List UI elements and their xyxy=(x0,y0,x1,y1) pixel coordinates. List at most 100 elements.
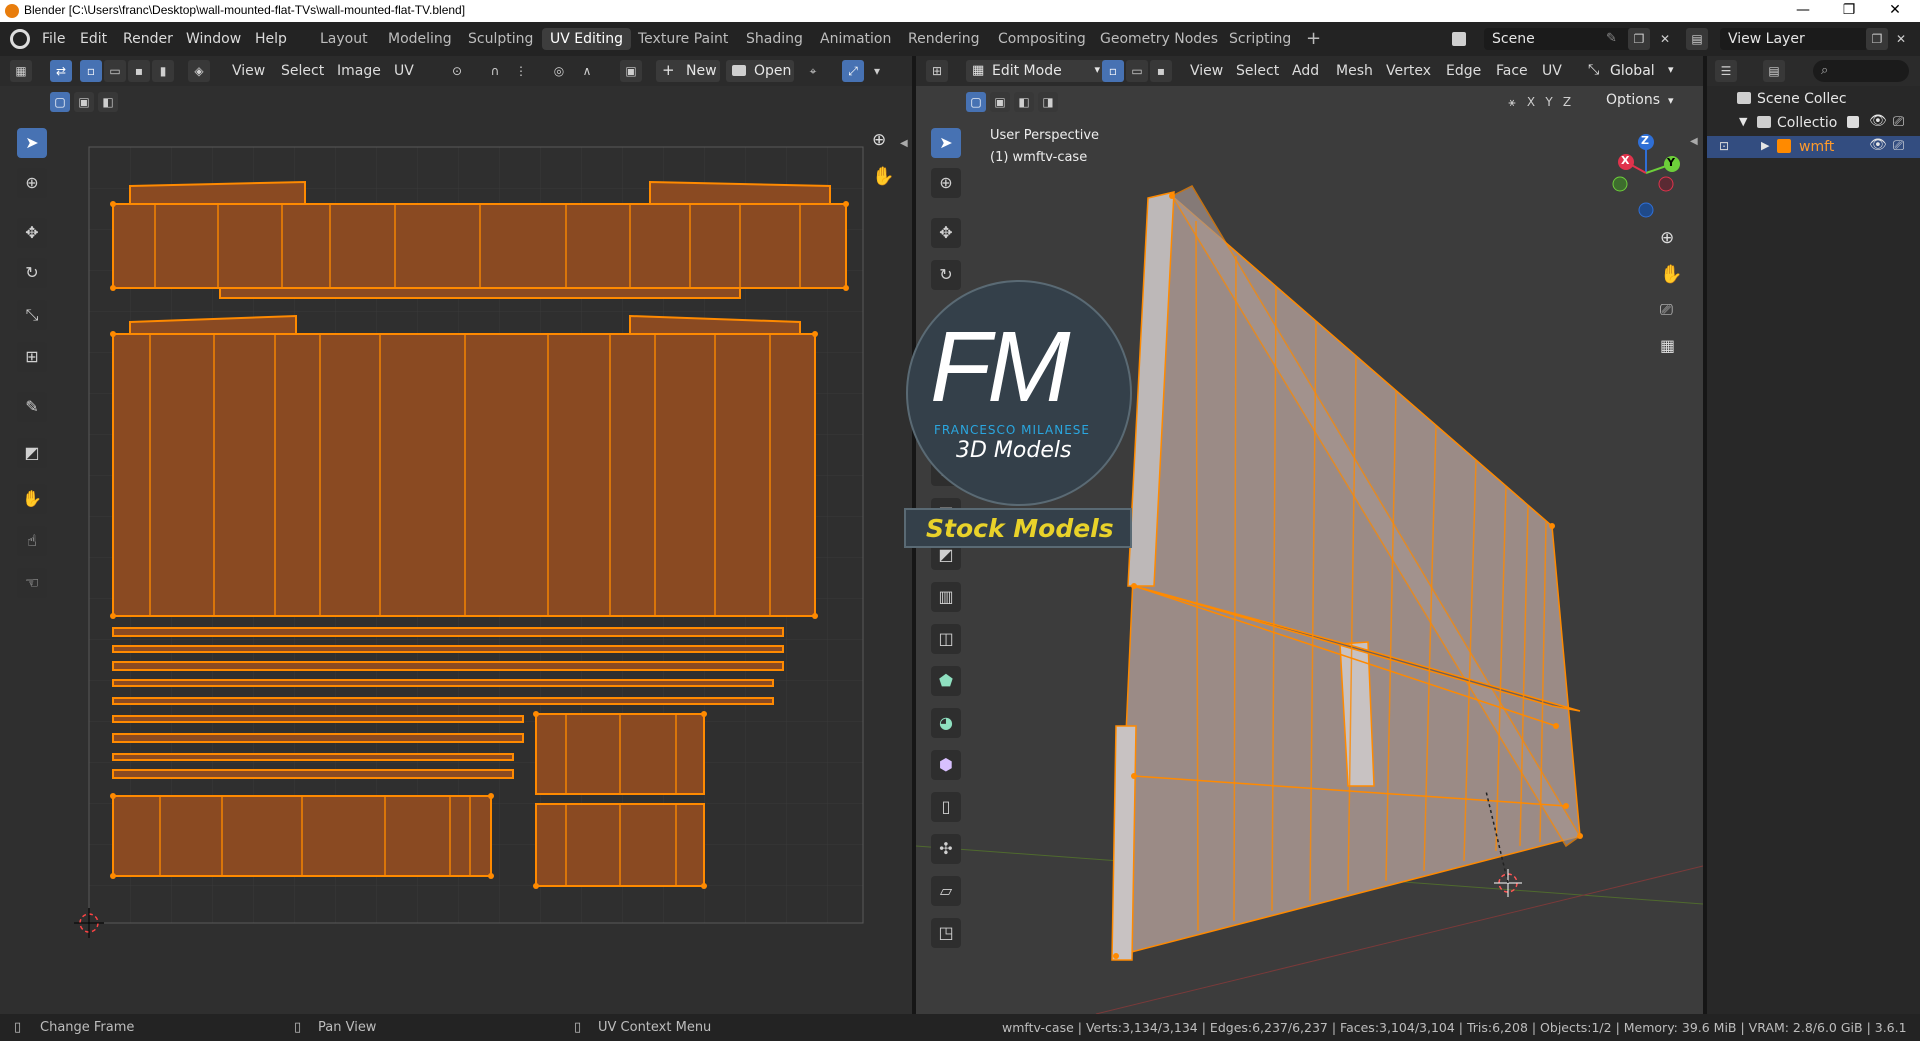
outliner-row-scene-collection[interactable]: Scene Collec xyxy=(1707,88,1920,110)
vertex-mode-icon[interactable]: ▫ xyxy=(1102,60,1124,82)
outliner-editor-type-icon[interactable]: ☰ xyxy=(1715,60,1737,82)
camera-view-icon[interactable]: ⎚ xyxy=(1660,300,1673,320)
tab-shading[interactable]: Shading xyxy=(738,28,811,50)
uv-menu-view[interactable]: View xyxy=(232,60,265,82)
viewport-menu-mesh[interactable]: Mesh xyxy=(1336,60,1373,82)
exclude-checkbox[interactable] xyxy=(1847,116,1859,128)
minimize-button[interactable]: — xyxy=(1780,0,1826,22)
delete-scene-button[interactable]: ✕ xyxy=(1654,28,1676,50)
viewport-menu-view[interactable]: View xyxy=(1190,60,1223,82)
snap-target-icon[interactable]: ⋮ xyxy=(510,60,532,82)
edge-mode-icon[interactable]: ▭ xyxy=(1126,60,1148,82)
image-browse-icon[interactable]: ▣ xyxy=(620,60,642,82)
menu-render[interactable]: Render xyxy=(123,31,173,47)
editor-type-icon[interactable]: ▦ xyxy=(10,60,32,82)
expand-arrow-icon[interactable]: ▶ xyxy=(1761,139,1769,152)
pivot-icon[interactable]: ⊙ xyxy=(446,60,468,82)
restore-button[interactable]: ❐ xyxy=(1826,0,1872,22)
viewport-move-tool[interactable]: ✥ xyxy=(931,218,961,248)
viewport-pan-icon[interactable]: ✋ xyxy=(1660,264,1682,285)
tab-modeling[interactable]: Modeling xyxy=(380,28,460,50)
tab-scripting[interactable]: Scripting xyxy=(1221,28,1299,50)
viewport-editor-type-icon[interactable]: ⊞ xyxy=(926,60,948,82)
mesh-wireframe[interactable] xyxy=(1111,185,1581,961)
close-button[interactable]: ✕ xyxy=(1872,0,1918,22)
viewport-menu-face[interactable]: Face xyxy=(1496,60,1528,82)
tab-geometry-nodes[interactable]: Geometry Nodes xyxy=(1092,28,1226,50)
sticky-select-icon[interactable]: ◈ xyxy=(188,60,210,82)
outliner-row-collection[interactable]: ▼ Collectio 👁 ⎚ xyxy=(1707,112,1920,134)
falloff-icon[interactable]: ∧ xyxy=(576,60,598,82)
viewport-select-tool[interactable]: ➤ xyxy=(931,128,961,158)
tab-rendering[interactable]: Rendering xyxy=(900,28,988,50)
visibility-eye-icon[interactable]: 👁 xyxy=(1869,137,1887,153)
outliner-row-object[interactable]: ⊡ ▶ wmft 👁 ⎚ xyxy=(1707,136,1920,158)
menu-edit[interactable]: Edit xyxy=(80,31,107,47)
mode-selector[interactable]: ▦ Edit Mode ▾ xyxy=(966,60,1106,82)
delete-view-layer-button[interactable]: ✕ xyxy=(1890,28,1912,50)
menu-help[interactable]: Help xyxy=(255,31,287,47)
viewport-zoom-icon[interactable]: ⊕ xyxy=(1660,228,1674,248)
viewport-menu-add[interactable]: Add xyxy=(1292,60,1319,82)
blender-menu-icon[interactable] xyxy=(10,29,30,49)
viewport-scene[interactable] xyxy=(916,86,1703,1014)
menu-window[interactable]: Window xyxy=(186,31,241,47)
knife-tool[interactable]: ◫ xyxy=(931,624,961,654)
uv-snap-icon[interactable]: ⤢ xyxy=(842,60,864,82)
render-camera-icon[interactable]: ⎚ xyxy=(1893,138,1904,154)
render-camera-icon[interactable]: ⎚ xyxy=(1893,114,1904,130)
viewport-menu-uv[interactable]: UV xyxy=(1542,60,1562,82)
tab-compositing[interactable]: Compositing xyxy=(990,28,1094,50)
uv-menu-uv[interactable]: UV xyxy=(394,60,414,82)
new-image-button[interactable]: + New xyxy=(656,60,720,82)
menu-file[interactable]: File xyxy=(42,31,65,47)
uv-menu-image[interactable]: Image xyxy=(337,60,381,82)
tab-texture-paint[interactable]: Texture Paint xyxy=(630,28,736,50)
proportional-edit-icon[interactable]: ◎ xyxy=(548,60,570,82)
watermark-name: FRANCESCO MILANESE xyxy=(934,423,1090,437)
face-select-icon[interactable]: ▪ xyxy=(128,60,150,82)
viewport-menu-select[interactable]: Select xyxy=(1236,60,1279,82)
viewport-sidebar-toggle-icon[interactable]: ◀ xyxy=(1690,136,1698,147)
vertex-select-icon[interactable]: ▫ xyxy=(80,60,102,82)
smooth-tool[interactable]: ⬢ xyxy=(931,750,961,780)
uv-snap-dropdown-icon[interactable]: ▾ xyxy=(866,60,888,82)
orientation-selector[interactable]: ⤡ Global ▾ xyxy=(1588,60,1680,82)
display-mode-icon[interactable]: ▤ xyxy=(1763,60,1785,82)
island-select-icon[interactable]: ▮ xyxy=(152,60,174,82)
edge-slide-tool[interactable]: ▯ xyxy=(931,792,961,822)
add-workspace-button[interactable]: + xyxy=(1298,28,1329,50)
ortho-toggle-icon[interactable]: ▦ xyxy=(1660,336,1675,355)
face-mode-icon[interactable]: ▪ xyxy=(1150,60,1172,82)
new-view-layer-button[interactable]: ❐ xyxy=(1866,28,1888,50)
edge-select-icon[interactable]: ▭ xyxy=(104,60,126,82)
uv-canvas[interactable] xyxy=(0,86,912,1014)
tab-layout[interactable]: Layout xyxy=(312,28,376,50)
outliner-divider[interactable] xyxy=(1703,56,1707,1014)
view-layer-selector[interactable]: View Layer xyxy=(1720,28,1868,50)
shear-tool[interactable]: ▱ xyxy=(931,876,961,906)
new-scene-button[interactable]: ❐ xyxy=(1628,28,1650,50)
snap-icon[interactable]: ∩ xyxy=(484,60,506,82)
pin-icon[interactable]: ✎ xyxy=(1606,31,1617,46)
loop-cut-tool[interactable]: ▥ xyxy=(931,582,961,612)
sync-selection-icon[interactable]: ⇄ xyxy=(50,60,72,82)
viewport-menu-edge[interactable]: Edge xyxy=(1446,60,1481,82)
pin-image-icon[interactable]: ⌖ xyxy=(802,60,824,82)
tab-animation[interactable]: Animation xyxy=(812,28,899,50)
navigation-gizmo[interactable]: Z Y X xyxy=(1606,128,1686,218)
uv-menu-select[interactable]: Select xyxy=(281,60,324,82)
tab-sculpting[interactable]: Sculpting xyxy=(460,28,541,50)
rip-region-tool[interactable]: ◳ xyxy=(931,918,961,948)
outliner-search-icon[interactable]: ⌕ xyxy=(1813,60,1909,82)
poly-build-tool[interactable]: ⬟ xyxy=(931,666,961,696)
viewport-cursor-tool[interactable]: ⊕ xyxy=(931,168,961,198)
shrink-fatten-tool[interactable]: ✣ xyxy=(931,834,961,864)
spin-tool[interactable]: ◕ xyxy=(931,708,961,738)
expand-arrow-icon[interactable]: ▼ xyxy=(1739,115,1747,128)
open-image-button[interactable]: Open xyxy=(726,60,794,82)
view-layer-icon[interactable]: ▤ xyxy=(1686,28,1708,50)
tab-uv-editing[interactable]: UV Editing xyxy=(542,28,632,50)
viewport-menu-vertex[interactable]: Vertex xyxy=(1386,60,1431,82)
visibility-eye-icon[interactable]: 👁 xyxy=(1869,113,1887,129)
